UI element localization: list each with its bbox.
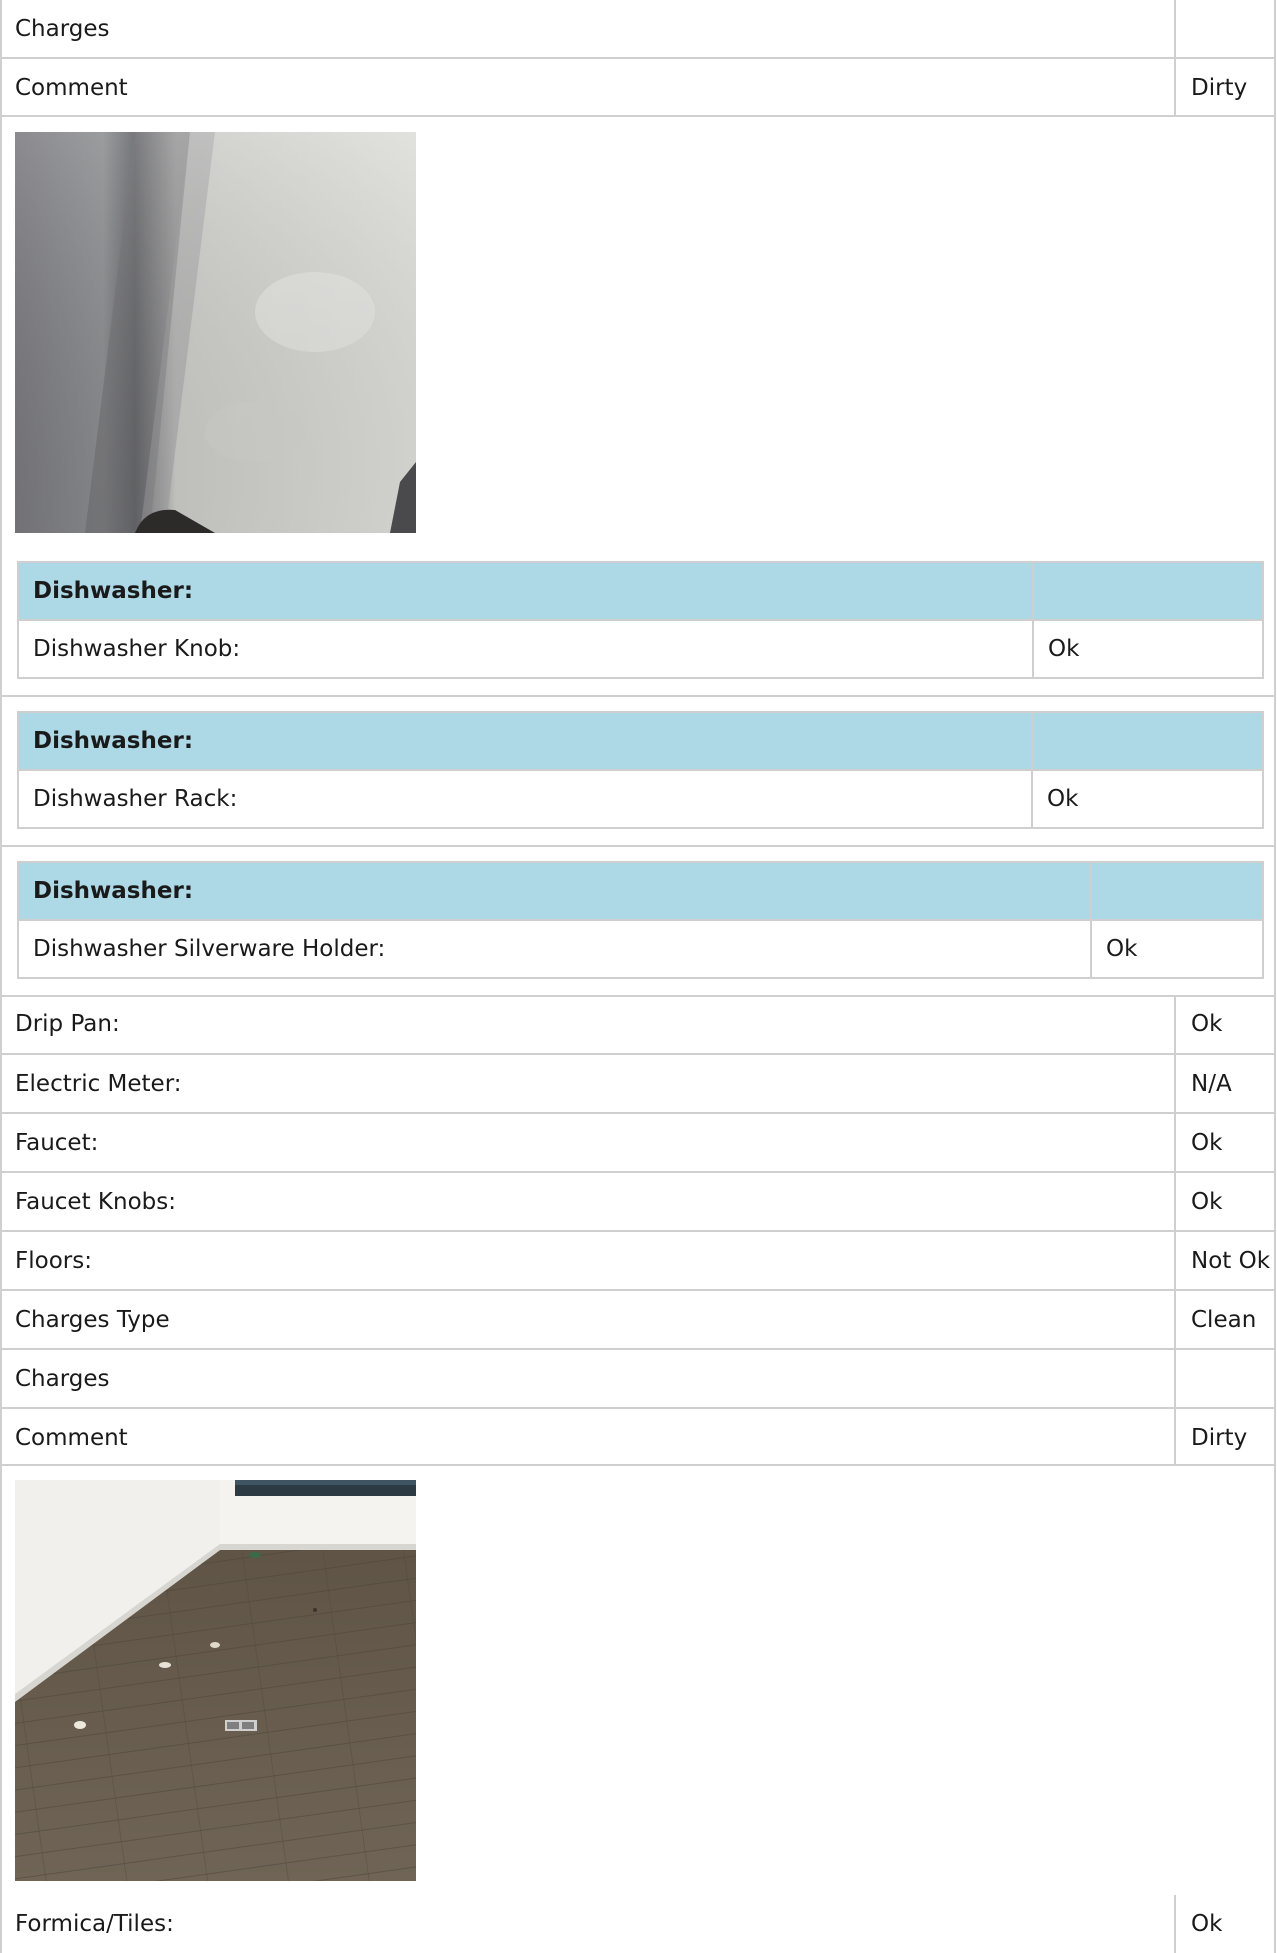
subtable-header: Dishwasher: (19, 563, 1262, 621)
row-label: Formica/Tiles: (15, 1911, 174, 1937)
formica-tiles-row: Formica/Tiles: Ok (0, 1895, 1276, 1953)
subtable: Dishwasher: Dishwasher Rack: Ok (17, 711, 1264, 829)
row-label: Comment (15, 1425, 128, 1451)
row-value: Ok (1031, 771, 1262, 827)
row-value: Ok (1174, 1114, 1274, 1171)
drip-pan-row: Drip Pan: Ok (0, 995, 1276, 1055)
photo-cell (0, 117, 1276, 547)
floors-row: Floors: Not Ok (0, 1232, 1276, 1291)
subtable-header-label: Dishwasher: (33, 578, 194, 604)
row-label: Faucet Knobs: (15, 1189, 176, 1215)
charges-type-row: Charges Type Clean (0, 1291, 1276, 1350)
row-value: Clean (1174, 1291, 1274, 1348)
charges-row: Charges (0, 1350, 1276, 1409)
row-label: Dishwasher Rack: (33, 786, 238, 812)
subtable-row: Dishwasher Knob: Ok (19, 621, 1262, 677)
row-value: Ok (1174, 995, 1274, 1053)
row-value: N/A (1174, 1055, 1274, 1112)
row-label: Dishwasher Knob: (33, 636, 241, 662)
row-label: Drip Pan: (15, 1011, 120, 1037)
subtable-row: Dishwasher Silverware Holder: Ok (19, 921, 1262, 977)
subtable-header: Dishwasher: (19, 863, 1262, 921)
electric-meter-row: Electric Meter: N/A (0, 1055, 1276, 1114)
row-label: Charges (15, 1366, 110, 1392)
charges-row: Charges (0, 0, 1276, 59)
column-divider (1031, 713, 1033, 769)
inspection-photo[interactable] (15, 1480, 416, 1881)
subtable-row: Dishwasher Rack: Ok (19, 771, 1262, 827)
row-label: Comment (15, 75, 128, 101)
photo-cell (0, 1466, 1276, 1895)
row-value: Dirty (1174, 1409, 1274, 1464)
row-label: Dishwasher Silverware Holder: (33, 936, 386, 962)
comment-row: Comment Dirty (0, 1409, 1276, 1466)
subtable-header: Dishwasher: (19, 713, 1262, 771)
subtable: Dishwasher: Dishwasher Silverware Holder… (17, 861, 1264, 979)
row-label: Faucet: (15, 1130, 99, 1156)
column-divider (1032, 563, 1034, 619)
row-value: Ok (1032, 621, 1262, 677)
inspection-photo[interactable] (15, 132, 416, 533)
row-value: Not Ok (1174, 1232, 1274, 1289)
dishwasher-knob-group: Dishwasher: Dishwasher Knob: Ok (0, 547, 1276, 697)
row-label: Charges (15, 16, 110, 42)
row-value: Ok (1174, 1895, 1274, 1953)
dishwasher-rack-group: Dishwasher: Dishwasher Rack: Ok (0, 697, 1276, 847)
row-value: Dirty (1174, 59, 1274, 115)
row-value (1174, 1350, 1274, 1407)
dishwasher-silverware-group: Dishwasher: Dishwasher Silverware Holder… (0, 847, 1276, 997)
row-label: Charges Type (15, 1307, 170, 1333)
row-value: Ok (1174, 1173, 1274, 1230)
faucet-row: Faucet: Ok (0, 1114, 1276, 1173)
comment-row: Comment Dirty (0, 59, 1276, 117)
column-divider (1090, 863, 1092, 919)
row-value: Ok (1090, 921, 1262, 977)
subtable: Dishwasher: Dishwasher Knob: Ok (17, 561, 1264, 679)
row-value (1174, 0, 1274, 57)
faucet-knobs-row: Faucet Knobs: Ok (0, 1173, 1276, 1232)
row-label: Electric Meter: (15, 1071, 182, 1097)
subtable-header-label: Dishwasher: (33, 728, 194, 754)
row-label: Floors: (15, 1248, 92, 1274)
subtable-header-label: Dishwasher: (33, 878, 194, 904)
